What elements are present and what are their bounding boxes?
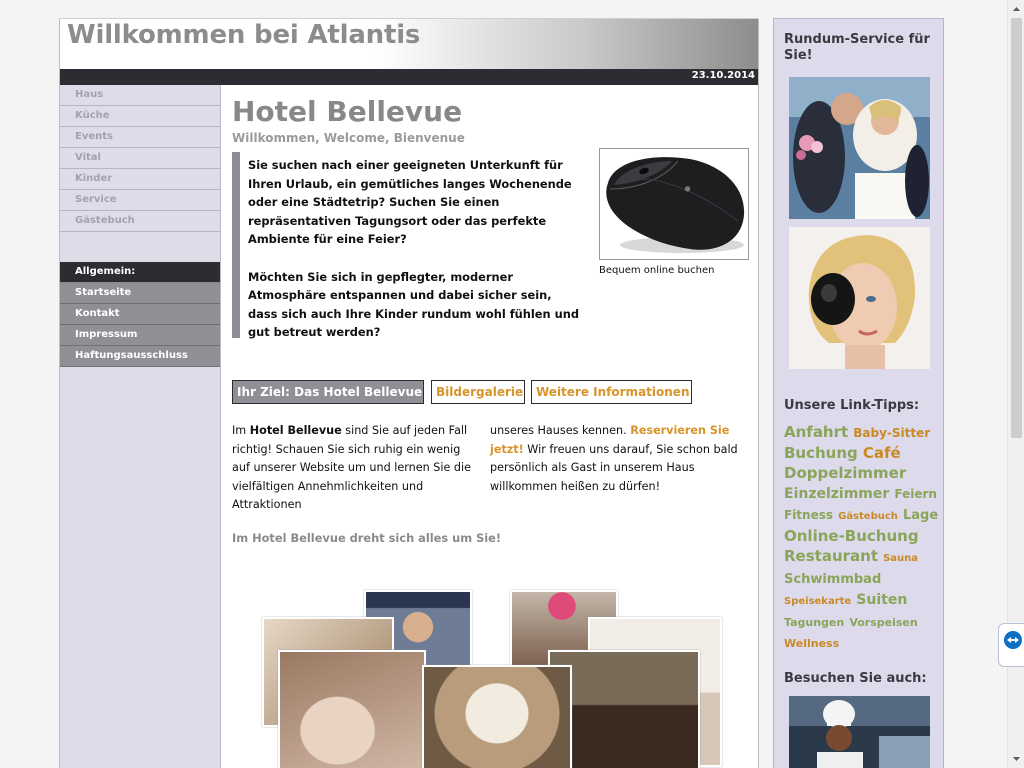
left-navigation: Haus Küche Events Vital Kinder Service G… [60,85,221,768]
tag-link[interactable]: Restaurant [784,547,878,565]
photo-woman-tea [278,650,426,768]
date-bar: 23.10.2014 [60,69,758,85]
text-column-right: unseres Hauses kennen. Reservieren Sie j… [490,422,746,496]
tag-link[interactable]: Anfahrt [784,423,848,441]
tagline: Im Hotel Bellevue dreht sich alles um Si… [232,531,502,545]
image-caption: Bequem online buchen [599,265,715,276]
tag-cloud: Anfahrt Baby-Sitter Buchung Café Doppelz… [784,422,939,653]
col1-text-end: sind Sie auf jeden Fall richtig! Schauen… [232,424,472,512]
tag-link[interactable]: Feiern [894,487,937,501]
nav-item-haftungsausschluss[interactable]: Haftungsausschluss [60,346,220,367]
tag-link[interactable]: Wellness [784,637,839,650]
tag-link[interactable]: Sauna [883,553,918,564]
chef-photo [789,696,930,768]
photo-collage [262,590,722,768]
intro-paragraph-2: Möchten Sie sich in gepflegter, moderner… [248,269,579,340]
nav-item-gaestebuch[interactable]: Gästebuch [60,211,220,232]
page-subtitle: Willkommen, Welcome, Bienvenue [232,131,465,145]
nav-item-startseite[interactable]: Startseite [60,283,220,304]
nav-item-kueche[interactable]: Küche [60,106,220,127]
service-heading: Rundum-Service für Sie! [784,32,930,63]
tag-link[interactable]: Vorspeisen [849,616,917,629]
site-header: Willkommen bei Atlantis [60,19,758,69]
right-sidebar: Rundum-Service für Sie! Unsere Link-Tipp… [773,18,944,768]
tag-link[interactable]: Speisekarte [784,596,851,607]
tag-link[interactable]: Gästebuch [838,511,898,522]
teamviewer-icon[interactable] [998,623,1024,667]
tab-ihr-ziel[interactable]: Ihr Ziel: Das Hotel Bellevue [232,380,424,404]
tag-link[interactable]: Baby-Sitter [853,426,930,440]
visit-also-heading: Besuchen Sie auch: [784,671,927,686]
photo-archway [422,665,572,768]
main-page: Willkommen bei Atlantis 23.10.2014 Haus … [59,18,759,768]
tag-link[interactable]: Online-Buchung [784,527,919,545]
tag-link[interactable]: Schwimmbad [784,572,881,587]
tag-link[interactable]: Fitness [784,508,833,522]
link-tips-heading: Unsere Link-Tipps: [784,398,920,413]
nav-item-service[interactable]: Service [60,190,220,211]
col2-text-start: unseres Hauses kennen. [490,424,631,437]
tag-link[interactable]: Café [863,444,901,462]
site-title: Willkommen bei Atlantis [67,20,421,50]
text-column-left: Im Hotel Bellevue sind Sie auf jeden Fal… [232,422,478,515]
intro-block: Sie suchen nach einer geeigneten Unterku… [232,152,584,339]
tab-bildergalerie[interactable]: Bildergalerie [431,380,525,404]
current-date: 23.10.2014 [691,70,755,81]
nav-item-haus[interactable]: Haus [60,85,220,106]
tag-link[interactable]: Einzelzimmer [784,486,889,502]
scrollbar-thumb[interactable] [1011,18,1022,438]
col1-text-start: Im [232,424,250,437]
nav-item-kontakt[interactable]: Kontakt [60,304,220,325]
tab-weitere-informationen[interactable]: Weitere Informationen [531,380,692,404]
nav-item-vital[interactable]: Vital [60,148,220,169]
col1-hotel-name: Hotel Bellevue [249,424,342,437]
intro-paragraph-1: Sie suchen nach einer geeigneten Unterku… [248,158,572,247]
tag-link[interactable]: Doppelzimmer [784,464,906,482]
tag-link[interactable]: Buchung [784,444,858,462]
nav-item-events[interactable]: Events [60,127,220,148]
tag-link[interactable]: Lage [903,508,938,523]
nav-item-impressum[interactable]: Impressum [60,325,220,346]
tag-link[interactable]: Suiten [856,592,907,608]
nav-section-heading: Allgemein: [60,262,220,283]
woman-mirror-photo [789,227,930,369]
col2-text-end: Wir freuen uns darauf, Sie schon bald pe… [490,442,738,493]
nav-item-kinder[interactable]: Kinder [60,169,220,190]
page-title: Hotel Bellevue [232,95,463,128]
tag-link[interactable]: Tagungen [784,616,844,629]
wedding-photo [789,77,930,219]
computer-mouse-image[interactable]: ● [599,148,749,260]
